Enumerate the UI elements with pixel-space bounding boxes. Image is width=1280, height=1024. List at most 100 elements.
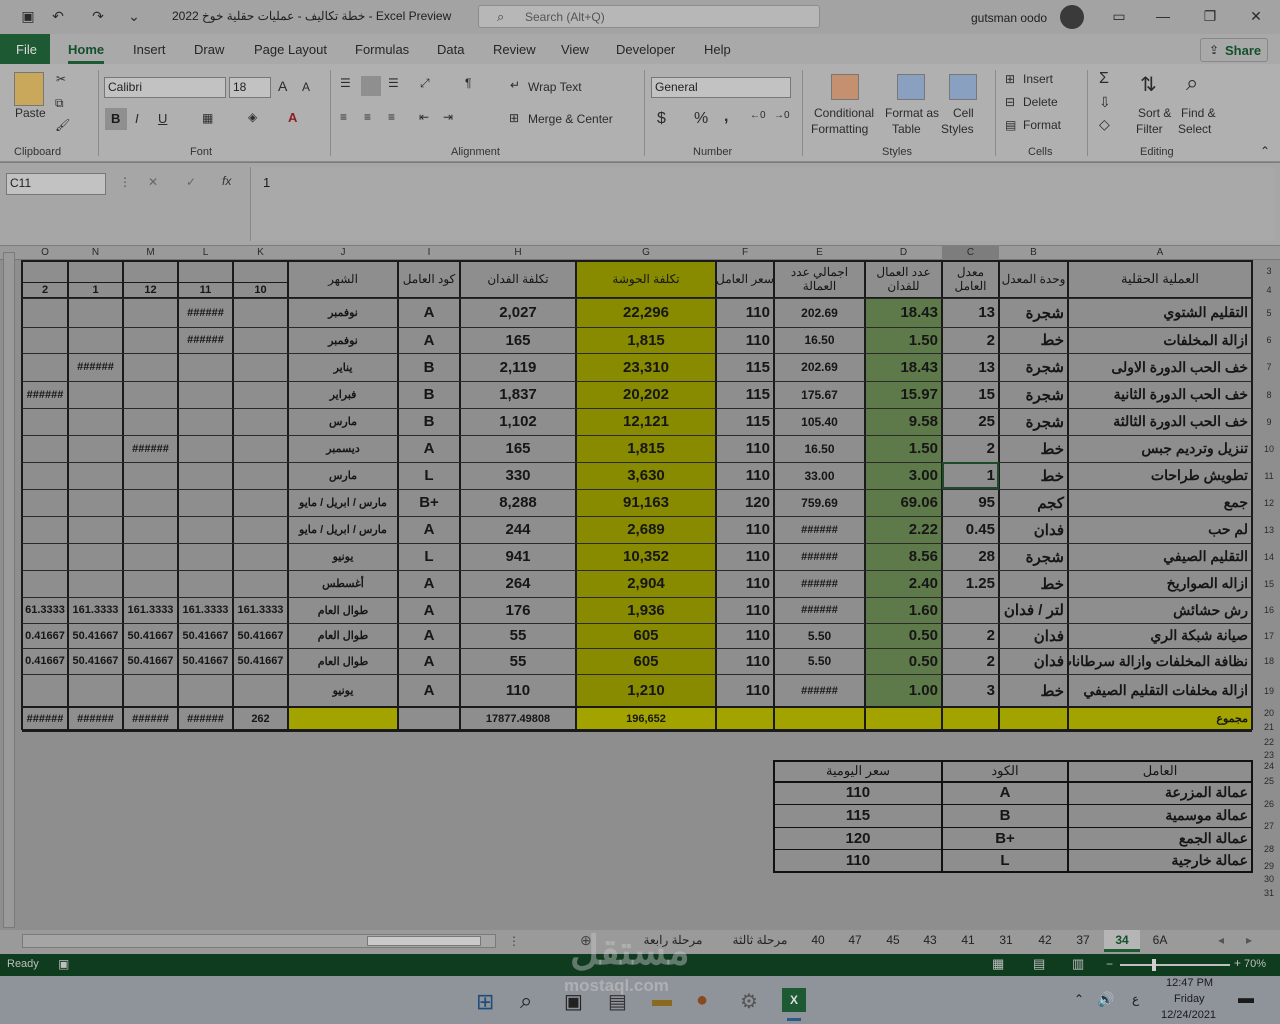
header-b[interactable]: وحدة المعدل xyxy=(999,260,1068,298)
cell-j[interactable]: طوال العام xyxy=(288,597,398,623)
cell-b[interactable]: لتر / فدان xyxy=(999,597,1068,623)
cell-f[interactable]: 110 xyxy=(716,623,774,648)
header-month[interactable]: 11 xyxy=(178,282,233,298)
row-header-27[interactable]: 27 xyxy=(1258,821,1280,831)
cell-b[interactable]: فدان xyxy=(999,623,1068,648)
cell-c[interactable]: 2 xyxy=(942,327,999,353)
cell-d[interactable]: 9.58 xyxy=(865,408,942,435)
row-header-7[interactable]: 7 xyxy=(1258,362,1280,372)
cell-b[interactable]: فدان xyxy=(999,516,1068,543)
cell-a[interactable]: تطويش طراحات xyxy=(1068,462,1252,489)
borders-icon[interactable]: ▦ xyxy=(202,111,213,125)
cell-e[interactable]: 202.69 xyxy=(774,353,865,381)
cell-h[interactable]: 330 xyxy=(460,462,576,489)
zoom-slider[interactable] xyxy=(1120,959,1230,971)
sheet-tab[interactable]: مرحلة رابعة xyxy=(630,933,716,947)
legend-header-code[interactable]: الكود xyxy=(942,760,1068,781)
cell-a[interactable]: لم حب xyxy=(1068,516,1252,543)
tab-insert[interactable]: Insert xyxy=(133,42,166,57)
cell-e[interactable]: 33.00 xyxy=(774,462,865,489)
cell-o[interactable]: 61.3333 xyxy=(22,597,68,623)
cell-g[interactable]: 2,689 xyxy=(576,516,716,543)
cell-n[interactable]: ###### xyxy=(68,353,123,381)
cell-f[interactable]: 110 xyxy=(716,516,774,543)
autosum-icon[interactable]: Σ xyxy=(1099,70,1109,88)
cell-e[interactable]: 5.50 xyxy=(774,648,865,674)
cell-h[interactable]: 2,119 xyxy=(460,353,576,381)
cell-f[interactable]: 110 xyxy=(716,543,774,570)
cell-h[interactable]: 8,288 xyxy=(460,489,576,516)
cell-j[interactable]: مارس / ابريل / مايو xyxy=(288,489,398,516)
cell-n[interactable]: 50.41667 xyxy=(68,623,123,648)
paste-button[interactable]: Paste xyxy=(15,106,46,120)
font-name-select[interactable]: Calibri xyxy=(104,77,226,98)
total-n[interactable]: ###### xyxy=(68,707,123,730)
cell-g[interactable]: 10,352 xyxy=(576,543,716,570)
cell-e[interactable]: ###### xyxy=(774,570,865,597)
page-layout-view-icon[interactable]: ▤ xyxy=(1033,956,1045,972)
cell-d[interactable]: 0.50 xyxy=(865,623,942,648)
cell-h[interactable]: 176 xyxy=(460,597,576,623)
number-format-select[interactable]: General xyxy=(651,77,791,98)
fill-icon[interactable]: ⇩ xyxy=(1099,94,1111,111)
sheet-tab[interactable]: 45 xyxy=(875,933,911,947)
cell-l[interactable]: ###### xyxy=(178,298,233,327)
cell-f[interactable]: 110 xyxy=(716,648,774,674)
cell-styles-button[interactable]: Cell xyxy=(953,106,974,120)
sheet-tab[interactable]: 40 xyxy=(800,933,836,947)
row-header-28[interactable]: 28 xyxy=(1258,844,1280,854)
share-button[interactable]: ⇪ Share xyxy=(1200,38,1268,62)
cell-m[interactable]: 161.3333 xyxy=(123,597,178,623)
row-header-19[interactable]: 19 xyxy=(1258,686,1280,696)
cell-b[interactable]: فدان xyxy=(999,648,1068,674)
legend-rate[interactable]: 115 xyxy=(774,804,942,827)
cell-c[interactable]: 3 xyxy=(942,674,999,707)
row-header-26[interactable]: 26 xyxy=(1258,799,1280,809)
sheet-tab-active[interactable]: 34 xyxy=(1104,930,1140,952)
cell-i[interactable]: B xyxy=(398,381,460,408)
sheet-tab[interactable]: 43 xyxy=(912,933,948,947)
cell-d[interactable]: 2.40 xyxy=(865,570,942,597)
row-header-22[interactable]: 22 xyxy=(1258,737,1280,747)
cell-j[interactable]: يونيو xyxy=(288,543,398,570)
ribbon-display-icon[interactable]: ▭ xyxy=(1111,8,1127,24)
cell-f[interactable]: 110 xyxy=(716,462,774,489)
cell-f[interactable]: 115 xyxy=(716,408,774,435)
legend-header-worker[interactable]: العامل xyxy=(1068,760,1252,781)
cell-g[interactable]: 3,630 xyxy=(576,462,716,489)
row-header-25[interactable]: 25 xyxy=(1258,776,1280,786)
rtl-icon[interactable]: ¶ xyxy=(465,76,471,90)
worksheet[interactable]: ONMLKJIHGFEDCBA 3 4 5 6 7 8 9 10 11 12 13 14 15 16 17 1… xyxy=(0,246,1280,930)
scroll-tabs-left-icon[interactable]: ◂ xyxy=(1218,933,1224,947)
language-icon[interactable]: ع xyxy=(1132,992,1139,1006)
cell-a[interactable]: ازالة مخلفات التقليم الصيفي xyxy=(1068,674,1252,707)
font-size-select[interactable]: 18 xyxy=(229,77,271,98)
cell-c[interactable]: 2 xyxy=(942,623,999,648)
cell-e[interactable]: 759.69 xyxy=(774,489,865,516)
cell-m[interactable]: 50.41667 xyxy=(123,648,178,674)
cell-j[interactable]: مارس / ابريل / مايو xyxy=(288,516,398,543)
cell-i[interactable]: B xyxy=(398,408,460,435)
cell-a[interactable]: جمع xyxy=(1068,489,1252,516)
increase-indent-icon[interactable]: ⇥ xyxy=(443,110,453,124)
align-bottom-icon[interactable]: ☰ xyxy=(388,76,399,90)
clock-day[interactable]: Friday xyxy=(1174,993,1205,1005)
legend-worker[interactable]: عمالة خارجية xyxy=(1068,849,1252,871)
row-header-9[interactable]: 9 xyxy=(1258,417,1280,427)
cell-d[interactable]: 1.60 xyxy=(865,597,942,623)
cell-d[interactable]: 2.22 xyxy=(865,516,942,543)
header-e[interactable]: اجمالي عدد العمالة xyxy=(774,260,865,298)
cell-c[interactable]: 2 xyxy=(942,435,999,462)
tab-file[interactable]: File xyxy=(0,34,50,64)
copy-icon[interactable]: ⧉ xyxy=(55,96,64,111)
minimize-icon[interactable]: — xyxy=(1155,8,1171,24)
tab-data[interactable]: Data xyxy=(437,42,464,57)
underline-button[interactable]: U xyxy=(158,111,167,126)
legend-code[interactable]: L xyxy=(942,849,1068,871)
italic-button[interactable]: I xyxy=(135,111,139,126)
cell-k[interactable]: 161.3333 xyxy=(233,597,288,623)
total-o[interactable]: ###### xyxy=(22,707,68,730)
cell-h[interactable]: 2,027 xyxy=(460,298,576,327)
cell-f[interactable]: 110 xyxy=(716,597,774,623)
currency-button[interactable]: $ xyxy=(657,110,666,128)
